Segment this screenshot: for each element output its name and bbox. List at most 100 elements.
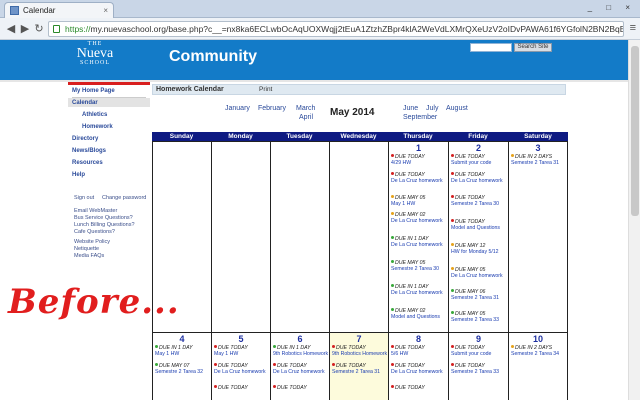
scrollbar-thumb[interactable] xyxy=(631,46,639,216)
cafe-questions-link[interactable]: Cafe Questions? xyxy=(74,229,115,235)
day-number: 9 xyxy=(475,334,481,344)
calendar-day-5[interactable]: 5 DUE TODAY May 1 HW DUE TODAY De La Cruz … xyxy=(211,332,271,400)
homework-item[interactable]: DUE TODAY De La Cruz homework xyxy=(214,363,270,375)
browser-tab[interactable]: Calendar × xyxy=(4,2,114,18)
homework-item[interactable]: DUE MAY 05 De La Cruz homework xyxy=(451,267,507,279)
sign-out-link[interactable]: Sign out xyxy=(74,195,94,201)
homework-item[interactable]: DUE TODAY Semestre 2 Tarea 33 xyxy=(451,363,507,375)
homework-item[interactable]: DUE TODAY De La Cruz homework xyxy=(391,363,447,375)
homework-item[interactable]: DUE IN 2 DAYS Semestre 2 Tarea 31 xyxy=(511,154,567,166)
status-dot-icon xyxy=(391,363,394,366)
calendar-weekday-header: Sunday Monday Tuesday Wednesday Thursday… xyxy=(152,132,568,141)
calendar-day-8[interactable]: 8 DUE TODAY 5/6 HW DUE TODAY De La Cruz ho… xyxy=(388,332,449,400)
lunch-billing-link[interactable]: Lunch Billing Questions? xyxy=(74,222,135,228)
sidebar-item-resources[interactable]: Resources xyxy=(72,160,103,166)
calendar-favicon-icon xyxy=(10,6,19,15)
netiquette-link[interactable]: Netiquette xyxy=(74,246,99,252)
homework-item[interactable]: DUE TODAY xyxy=(391,385,447,391)
homework-item[interactable]: DUE MAY 05 Semestre 2 Tarea 30 xyxy=(391,260,447,272)
status-dot-icon xyxy=(391,260,394,263)
calendar-day-2[interactable]: 2 DUE TODAY Submit your code DUE TODAY De … xyxy=(448,141,509,333)
sidebar-accent-bar xyxy=(68,82,150,85)
print-link[interactable]: Print xyxy=(259,86,272,93)
day-number: 7 xyxy=(356,334,362,344)
sidebar-item-athletics[interactable]: Athletics xyxy=(82,112,107,118)
nueva-logo[interactable]: THE Nueva SCHOOL xyxy=(72,40,118,66)
status-dot-icon xyxy=(391,284,394,287)
homework-item[interactable]: DUE TODAY De La Cruz homework xyxy=(451,172,507,184)
homework-item[interactable]: DUE MAY 02 Model and Questions xyxy=(391,308,447,320)
month-link-july[interactable]: July xyxy=(426,105,438,112)
calendar-day-empty xyxy=(270,141,330,333)
calendar-day-6[interactable]: 6 DUE IN 1 DAY 9th Robotics Homework DUE … xyxy=(270,332,330,400)
homework-item[interactable]: DUE IN 1 DAY May 1 HW xyxy=(155,345,211,357)
close-tab-icon[interactable]: × xyxy=(103,6,108,15)
homework-item[interactable]: DUE MAY 07 Semestre 2 Tarea 32 xyxy=(155,363,211,375)
status-dot-icon xyxy=(391,172,394,175)
homework-item[interactable]: DUE TODAY 9th Robotics Homework xyxy=(332,345,388,357)
bus-service-link[interactable]: Bus Service Questions? xyxy=(74,215,133,221)
status-dot-icon xyxy=(391,236,394,239)
homework-item[interactable]: DUE TODAY De La Cruz homework xyxy=(273,363,329,375)
email-webmaster-link[interactable]: Email WebMaster xyxy=(74,208,117,214)
website-policy-link[interactable]: Website Policy xyxy=(74,239,110,245)
homework-item[interactable]: DUE IN 2 DAYS Semestre 2 Tarea 34 xyxy=(511,345,567,357)
homework-item[interactable]: DUE IN 1 DAY De La Cruz homework xyxy=(391,236,447,248)
month-link-january[interactable]: January xyxy=(225,105,250,112)
month-link-april[interactable]: April xyxy=(299,114,313,121)
homework-item[interactable]: DUE TODAY 4/29 HW xyxy=(391,154,447,166)
calendar-day-9[interactable]: 9 DUE TODAY Submit your code DUE TODAY Sem… xyxy=(448,332,509,400)
homework-item[interactable]: DUE TODAY May 1 HW xyxy=(214,345,270,357)
search-button[interactable]: Search Site xyxy=(514,43,552,52)
forward-icon[interactable]: ▶ xyxy=(18,22,32,36)
calendar-day-10[interactable]: 10 DUE IN 2 DAYS Semestre 2 Tarea 34 xyxy=(508,332,568,400)
address-bar[interactable]: https://my.nuevaschool.org/base.php?c__=… xyxy=(48,21,624,37)
homework-item[interactable]: DUE TODAY 5/6 HW xyxy=(391,345,447,357)
homework-item[interactable]: DUE TODAY Submit your code xyxy=(451,154,507,166)
homework-item[interactable]: DUE MAY 02 De La Cruz homework xyxy=(391,212,447,224)
sidebar-item-help[interactable]: Help xyxy=(72,172,85,178)
change-password-link[interactable]: Change password xyxy=(102,195,146,201)
homework-item[interactable]: DUE TODAY Submit your code xyxy=(451,345,507,357)
calendar-day-4[interactable]: 4 DUE IN 1 DAY May 1 HW DUE MAY 07 Semestr… xyxy=(152,332,212,400)
sidebar-item-news[interactable]: News/Blogs xyxy=(72,148,106,154)
status-dot-icon xyxy=(214,363,217,366)
homework-item[interactable]: DUE TODAY De La Cruz homework xyxy=(391,172,447,184)
homework-calendar-header: Homework Calendar Print xyxy=(152,84,566,95)
page-scrollbar[interactable] xyxy=(628,40,640,400)
status-dot-icon xyxy=(214,385,217,388)
sidebar-item-home[interactable]: My Home Page xyxy=(72,88,115,94)
month-link-june[interactable]: June xyxy=(403,105,418,112)
homework-item[interactable]: DUE MAY 12 HW for Monday 5/12 xyxy=(451,243,507,255)
back-icon[interactable]: ◀ xyxy=(4,22,18,36)
sidebar-item-homework[interactable]: Homework xyxy=(82,124,113,130)
month-link-march[interactable]: March xyxy=(296,105,315,112)
reload-icon[interactable]: ↻ xyxy=(32,22,46,36)
homework-item[interactable]: DUE MAY 05 May 1 HW xyxy=(391,195,447,207)
month-link-february[interactable]: February xyxy=(258,105,286,112)
homework-item[interactable]: DUE TODAY Model and Questions xyxy=(451,219,507,231)
sidebar-item-directory[interactable]: Directory xyxy=(72,136,98,142)
calendar-day-3[interactable]: 3 DUE IN 2 DAYS Semestre 2 Tarea 31 xyxy=(508,141,568,333)
homework-item[interactable]: DUE TODAY xyxy=(273,385,329,391)
day-number: 1 xyxy=(415,143,421,153)
day-number: 8 xyxy=(415,334,421,344)
menu-icon[interactable]: ≡ xyxy=(630,22,636,34)
homework-item[interactable]: DUE TODAY Semestre 2 Tarea 31 xyxy=(332,363,388,375)
search-input[interactable] xyxy=(470,43,512,52)
homework-item[interactable]: DUE MAY 05 Semestre 2 Tarea 33 xyxy=(451,311,507,323)
status-dot-icon xyxy=(451,289,454,292)
homework-item[interactable]: DUE TODAY Semestre 2 Tarea 30 xyxy=(451,195,507,207)
homework-item[interactable]: DUE TODAY xyxy=(214,385,270,391)
media-faqs-link[interactable]: Media FAQs xyxy=(74,253,104,259)
homework-item[interactable]: DUE IN 1 DAY De La Cruz homework xyxy=(391,284,447,296)
calendar-day-1[interactable]: 1 DUE TODAY 4/29 HW DUE TODAY De La Cruz h… xyxy=(388,141,449,333)
homework-item[interactable]: DUE MAY 06 Semestre 2 Tarea 31 xyxy=(451,289,507,301)
status-dot-icon xyxy=(155,345,158,348)
month-link-september[interactable]: September xyxy=(403,114,437,121)
month-link-august[interactable]: August xyxy=(446,105,468,112)
window-controls[interactable]: _ □ × xyxy=(588,3,636,12)
calendar-day-7-today[interactable]: 7 DUE TODAY 9th Robotics Homework DUE TOD… xyxy=(329,332,389,400)
homework-item[interactable]: DUE IN 1 DAY 9th Robotics Homework xyxy=(273,345,329,357)
sidebar-item-calendar[interactable]: Calendar xyxy=(72,100,98,106)
